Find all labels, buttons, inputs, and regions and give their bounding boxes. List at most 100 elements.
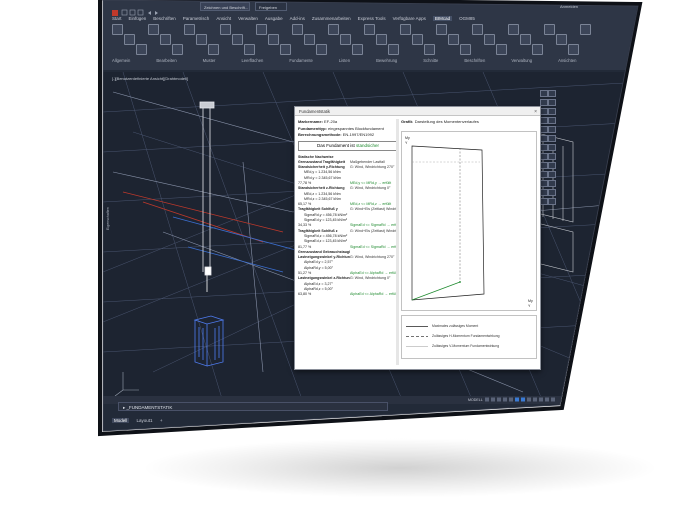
- ribbon-tool-icon[interactable]: [412, 34, 423, 45]
- ribbon-tool-icon[interactable]: [388, 44, 399, 55]
- viewport-controls-label[interactable]: [-][Benutzerdefinierte Ansicht][Drahtmod…: [112, 76, 188, 81]
- layout-tab-model[interactable]: Modell: [112, 418, 130, 423]
- ribbon-tool-icon[interactable]: [256, 24, 267, 35]
- ribbon-panel-leerfl-chen[interactable]: Leerflächen: [241, 58, 263, 63]
- nav-tool-icon[interactable]: [548, 198, 556, 205]
- ribbon-tool-icon[interactable]: [268, 34, 279, 45]
- close-icon[interactable]: ×: [534, 108, 537, 117]
- ribbon-tool-icon[interactable]: [328, 24, 339, 35]
- ribbon-panel-bewehrung[interactable]: Bewehrung: [376, 58, 397, 63]
- ribbon-tool-icon[interactable]: [568, 44, 579, 55]
- ribbon-panel-bearbeiten[interactable]: Bearbeiten: [156, 58, 176, 63]
- ribbon-panel-allgemein[interactable]: Allgemein: [112, 58, 130, 63]
- ribbon-tool-icon[interactable]: [352, 44, 363, 55]
- ribbon-tool-icon[interactable]: [484, 34, 495, 45]
- ribbon-tool-icon[interactable]: [436, 24, 447, 35]
- ribbon-tool-icon[interactable]: [340, 34, 351, 45]
- ribbon-tool-icon[interactable]: [508, 24, 519, 35]
- properties-palette-label[interactable]: Eigenschaften: [106, 207, 110, 230]
- ribbon-tool-icon[interactable]: [184, 24, 195, 35]
- ribbon-panel-fundamente[interactable]: Fundamente: [289, 58, 313, 63]
- ribbon-tool-icon[interactable]: [112, 24, 123, 35]
- ribbon-tab-zusammenarbeiten[interactable]: Zusammenarbeiten: [312, 16, 351, 21]
- nav-tool-icon[interactable]: [540, 117, 548, 124]
- nav-tool-icon[interactable]: [540, 126, 548, 133]
- ribbon-tab-start[interactable]: Start: [112, 16, 122, 21]
- ribbon-tab-verwalten[interactable]: Verwalten: [238, 16, 258, 21]
- nav-tool-icon[interactable]: [548, 153, 556, 160]
- document-tab-share[interactable]: Freigeben: [255, 2, 287, 11]
- ribbon-tab-ausgabe[interactable]: Ausgabe: [265, 16, 283, 21]
- ribbon-tool-icon[interactable]: [292, 24, 303, 35]
- document-tab-active[interactable]: Zeichnen und Beschrift...: [200, 2, 250, 11]
- ribbon-tab-express-tools[interactable]: Express Tools: [358, 16, 386, 21]
- ribbon-tool-icon[interactable]: [532, 44, 543, 55]
- nav-tool-icon[interactable]: [540, 144, 548, 151]
- ribbon-panel-muster[interactable]: Muster: [203, 58, 216, 63]
- ribbon-tool-icon[interactable]: [424, 44, 435, 55]
- ribbon-tool-icon[interactable]: [124, 34, 135, 45]
- nav-tool-icon[interactable]: [548, 162, 556, 169]
- results-scrollbar[interactable]: [396, 119, 399, 365]
- ribbon-tab-parametrisch[interactable]: Parametrisch: [183, 16, 210, 21]
- nav-tool-icon[interactable]: [548, 117, 556, 124]
- ribbon-tool-icon[interactable]: [544, 24, 555, 35]
- ribbon-tool-icon[interactable]: [208, 44, 219, 55]
- ribbon-tool-icon[interactable]: [172, 44, 183, 55]
- layout-tab-add[interactable]: +: [160, 418, 163, 423]
- ribbon-tab-ogm85[interactable]: OGM85: [459, 16, 475, 21]
- ribbon-tool-icon[interactable]: [244, 44, 255, 55]
- ribbon-tool-icon[interactable]: [448, 34, 459, 45]
- ribbon-tool-icon[interactable]: [364, 24, 375, 35]
- nav-tool-icon[interactable]: [540, 180, 548, 187]
- ribbon-panel-verwaltung[interactable]: Verwaltung: [511, 58, 532, 63]
- nav-tool-icon[interactable]: [548, 171, 556, 178]
- ribbon-tab-verf-gbare-apps[interactable]: Verfügbare Apps: [393, 16, 426, 21]
- dialog-title-bar[interactable]: Fundamentstatik ×: [295, 107, 540, 116]
- ribbon-tool-icon[interactable]: [556, 34, 567, 45]
- ribbon-tool-icon[interactable]: [304, 34, 315, 45]
- nav-tool-icon[interactable]: [540, 153, 548, 160]
- nav-tool-icon[interactable]: [540, 99, 548, 106]
- ribbon-tool-icon[interactable]: [400, 24, 411, 35]
- ribbon-tool-icon[interactable]: [580, 24, 591, 35]
- ribbon-tool-icon[interactable]: [136, 44, 147, 55]
- ribbon-panel-listen[interactable]: Listen: [339, 58, 350, 63]
- ribbon-tab-add-ins[interactable]: Add-ins: [290, 16, 305, 21]
- ribbon-tool-icon[interactable]: [520, 34, 531, 45]
- ribbon-tool-icon[interactable]: [220, 24, 231, 35]
- nav-tool-icon[interactable]: [540, 198, 548, 205]
- ribbon-tool-icon[interactable]: [316, 44, 327, 55]
- nav-tool-icon[interactable]: [548, 144, 556, 151]
- ribbon-tab-beschriften[interactable]: Beschriften: [153, 16, 176, 21]
- nav-tool-icon[interactable]: [548, 135, 556, 142]
- nav-tool-icon[interactable]: [540, 108, 548, 115]
- ribbon-tool-icon[interactable]: [160, 34, 171, 45]
- nav-tool-icon[interactable]: [540, 162, 548, 169]
- nav-tool-icon[interactable]: [540, 171, 548, 178]
- ribbon-tool-icon[interactable]: [460, 44, 471, 55]
- ribbon-tab-bimcad[interactable]: BIMcad: [432, 16, 453, 21]
- nav-tool-icon[interactable]: [540, 90, 548, 97]
- ribbon-tab-einf-gen[interactable]: Einfügen: [129, 16, 147, 21]
- nav-tool-icon[interactable]: [540, 189, 548, 196]
- ribbon-panel-beschriften[interactable]: Beschriften: [464, 58, 485, 63]
- layout-tab-layout1[interactable]: Layout1: [137, 418, 153, 423]
- nav-tool-icon[interactable]: [540, 135, 548, 142]
- sign-in-link[interactable]: Anmelden: [560, 4, 578, 9]
- ribbon-tool-icon[interactable]: [148, 24, 159, 35]
- nav-tool-icon[interactable]: [548, 126, 556, 133]
- command-line[interactable]: ▸ _FUNDAMENTSTATIK: [118, 402, 388, 411]
- ribbon-tool-icon[interactable]: [472, 24, 483, 35]
- ribbon-tab-ansicht[interactable]: Ansicht: [216, 16, 231, 21]
- ribbon-tool-icon[interactable]: [232, 34, 243, 45]
- ribbon-panel-schnitte[interactable]: Schnitte: [423, 58, 438, 63]
- model-space-button[interactable]: MODELL: [468, 398, 483, 402]
- status-toggle-icons[interactable]: [485, 397, 560, 403]
- nav-tool-icon[interactable]: [548, 108, 556, 115]
- ribbon-tool-icon[interactable]: [196, 34, 207, 45]
- nav-tool-icon[interactable]: [548, 90, 556, 97]
- nav-tool-icon[interactable]: [548, 99, 556, 106]
- ribbon-tool-icon[interactable]: [376, 34, 387, 45]
- ribbon-panel-ansichten[interactable]: Ansichten: [558, 58, 576, 63]
